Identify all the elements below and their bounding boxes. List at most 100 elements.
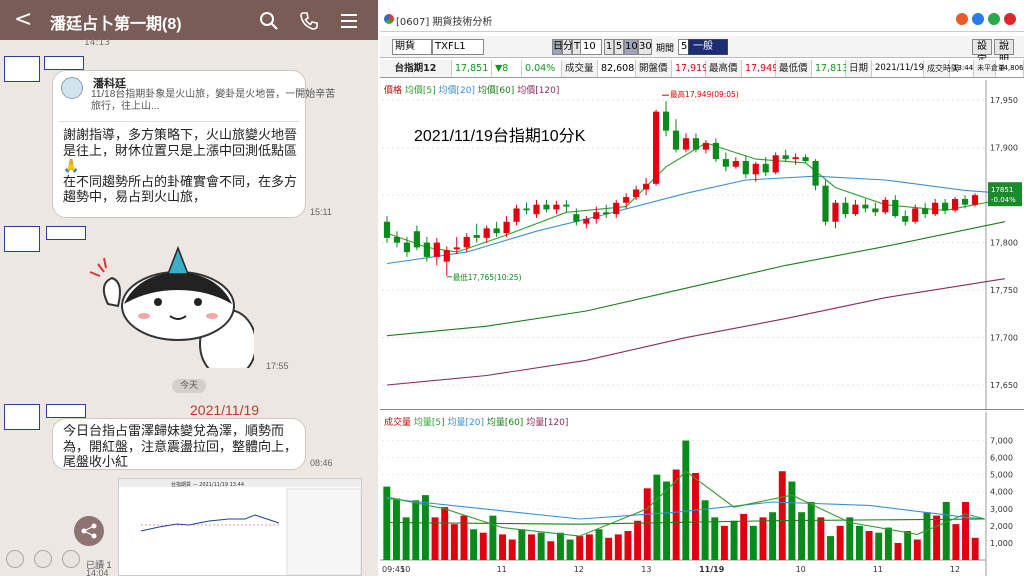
volume-bar xyxy=(537,532,545,560)
day-separator: 今天 xyxy=(172,379,206,393)
search-icon[interactable] xyxy=(258,10,280,32)
candle xyxy=(633,189,640,198)
legend-item: 成交量 xyxy=(384,418,414,428)
close-icon[interactable] xyxy=(1004,13,1016,25)
period-5-button[interactable]: 5 xyxy=(614,39,624,55)
volume-bar xyxy=(855,525,863,560)
volume-bar xyxy=(894,542,902,560)
message-time: 14:04 xyxy=(86,568,109,576)
price-chart-panel[interactable]: 價格 均價[5] 均價[20] 均價[60] 均價[120] 2021/11/1… xyxy=(380,80,1024,410)
period-day-button[interactable]: 日 xyxy=(552,39,563,55)
share-button[interactable] xyxy=(74,516,104,546)
volume-bar xyxy=(769,512,777,560)
next-icon[interactable] xyxy=(62,550,80,568)
market-select[interactable]: 期貨 xyxy=(392,39,432,55)
mode-select[interactable]: 一般 xyxy=(688,39,728,55)
volume-bar xyxy=(605,537,613,560)
period-minute-button[interactable]: 分 xyxy=(562,39,573,55)
period-10-button[interactable]: 10 xyxy=(624,39,638,55)
volume-bar xyxy=(817,517,825,560)
volume-bar xyxy=(942,501,950,560)
message-bubble[interactable]: 今日台指占雷澤歸妹變兌為澤，順勢而為，開紅盤，注意震盪拉回，整體向上，尾盤收小紅 xyxy=(52,418,306,470)
avatar[interactable] xyxy=(4,404,40,430)
x-tick-label: 11 xyxy=(873,565,883,574)
phone-icon[interactable] xyxy=(298,10,320,32)
candle xyxy=(971,195,979,205)
period-value-select[interactable]: 10 xyxy=(580,39,602,55)
candle xyxy=(782,155,789,160)
volume-bar xyxy=(798,512,806,560)
volume-bar xyxy=(576,536,584,560)
volume-bar xyxy=(392,498,400,560)
volume-bar xyxy=(952,524,960,560)
volume-bar xyxy=(691,472,699,560)
cat-sticker[interactable] xyxy=(78,244,254,368)
candle xyxy=(832,202,839,222)
settings-button[interactable]: 設定 xyxy=(972,39,992,66)
candle xyxy=(573,214,580,222)
help-button[interactable]: 說明 xyxy=(994,39,1014,66)
volume-bar xyxy=(720,525,728,560)
y-tick-label: 17,750 xyxy=(990,286,1018,295)
legend-item: 均價[20] xyxy=(438,86,478,96)
info-icon[interactable] xyxy=(972,13,984,25)
volume-bar xyxy=(585,534,593,560)
volume-bar xyxy=(807,501,815,560)
y-tick-label: 17,650 xyxy=(990,381,1018,390)
volume-bar xyxy=(682,440,690,560)
candle xyxy=(682,138,690,150)
back-icon[interactable]: < xyxy=(14,6,32,34)
quote-change: ▼8 xyxy=(492,60,522,77)
image-attachment[interactable]: 台指期貨 — 2021/11/19 13:44 xyxy=(118,478,362,576)
window-title: [0607] 期貨技術分析 xyxy=(396,17,493,28)
symbol-input[interactable]: TXFL1 xyxy=(432,39,484,55)
x-tick-label: 11 xyxy=(497,565,507,574)
quote-pct: 0.04% xyxy=(522,60,562,77)
candle xyxy=(912,208,919,222)
volume-chart-panel[interactable]: 成交量 均量[5] 均量[20] 均量[60] 均量[120] 7,000 6,0… xyxy=(380,412,1024,576)
candle xyxy=(523,208,530,211)
legend-item: 均價[60] xyxy=(477,86,518,96)
volume-bar xyxy=(962,501,970,560)
volume-legend: 成交量 均量[5] 均量[20] 均量[60] 均量[120] xyxy=(384,415,568,428)
quote-text: 11/18台指期卦象是火山旅，變卦是火地晉，一開始辛苦旅行，往上山... xyxy=(91,89,336,112)
help-icon[interactable] xyxy=(956,13,968,25)
x-tick-label: 11/19 xyxy=(699,565,725,574)
candle xyxy=(842,202,849,215)
period-1-button[interactable]: 1 xyxy=(604,39,614,55)
candle xyxy=(852,204,859,215)
candle xyxy=(543,204,550,210)
thumbnail-chart: 台指期貨 — 2021/11/19 13:44 xyxy=(119,479,361,575)
volume-bar xyxy=(846,517,854,560)
sender-name xyxy=(44,56,84,70)
candle xyxy=(902,216,909,222)
candle xyxy=(383,221,391,238)
legend-item: 均量[20] xyxy=(447,418,487,428)
x-tick-label: 12 xyxy=(574,565,584,574)
y-tick-label: 4,000 xyxy=(990,488,1013,497)
candle xyxy=(722,159,729,167)
message-bubble[interactable]: 潘科廷 11/18台指期卦象是火山旅，變卦是火地晉，一開始辛苦旅行，往上山...… xyxy=(52,70,335,218)
candle xyxy=(742,160,749,175)
count-label: 期間 xyxy=(656,44,675,54)
candle xyxy=(473,235,480,238)
period-30-button[interactable]: 30 xyxy=(638,39,652,55)
candle xyxy=(712,142,719,160)
minimize-icon[interactable] xyxy=(988,13,1000,25)
candle xyxy=(872,208,879,213)
avatar[interactable] xyxy=(4,56,40,82)
volume-chart[interactable]: 7,0006,0005,0004,0003,0002,0001,00009:45… xyxy=(380,412,1024,576)
play-icon[interactable] xyxy=(34,550,52,568)
candle xyxy=(882,199,889,213)
prev-icon[interactable] xyxy=(6,550,24,568)
volume-bar xyxy=(904,530,912,560)
moving-average-line xyxy=(386,278,1005,386)
candle xyxy=(493,228,500,234)
candle xyxy=(942,202,949,211)
candle xyxy=(603,212,610,215)
volume-bar xyxy=(508,539,516,560)
avatar[interactable] xyxy=(4,226,40,252)
y-tick-label: 2,000 xyxy=(990,522,1013,531)
candle xyxy=(623,197,630,203)
menu-icon[interactable] xyxy=(338,10,360,32)
